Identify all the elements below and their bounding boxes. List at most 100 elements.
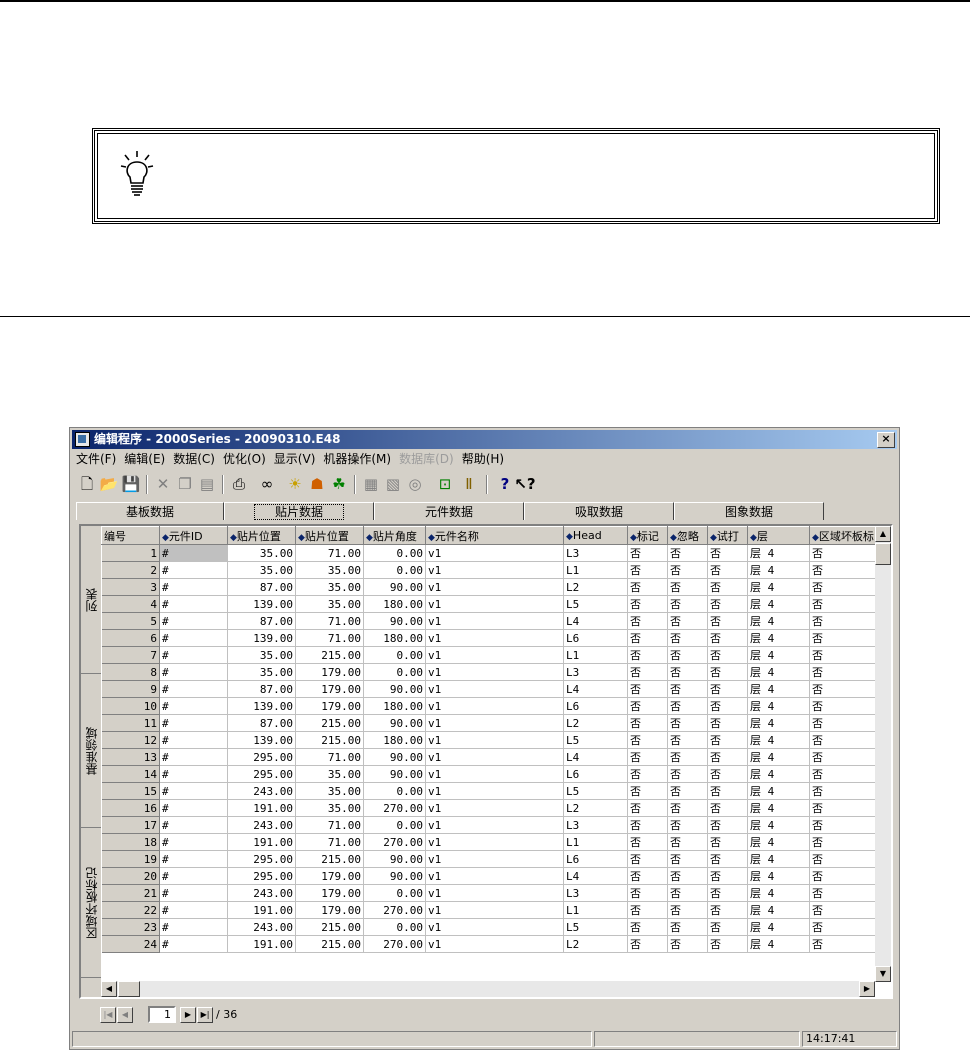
table-row[interactable]: 15 #243.00 35.00 0.00 v1 L5 否否否层 4否 xyxy=(101,782,877,800)
table-cell[interactable]: 243.00 xyxy=(227,816,296,834)
tab-part-data[interactable]: 元件数据 xyxy=(374,502,524,520)
table-cell[interactable]: v1 xyxy=(425,697,564,715)
table-cell[interactable]: 层 4 xyxy=(747,935,810,953)
table-cell[interactable]: L2 xyxy=(563,935,628,953)
table-cell[interactable]: 否 xyxy=(667,714,708,732)
table-cell[interactable]: 否 xyxy=(627,901,668,919)
table-cell[interactable]: 否 xyxy=(809,561,877,579)
table-cell[interactable]: 层 4 xyxy=(747,884,810,902)
close-button[interactable]: × xyxy=(877,432,895,448)
table-cell[interactable]: 否 xyxy=(809,697,877,715)
nozzle-icon[interactable]: ☘ xyxy=(328,473,350,495)
table-cell[interactable]: 层 4 xyxy=(747,850,810,868)
table-cell[interactable]: L1 xyxy=(563,833,628,851)
column-header[interactable]: ◆元件ID xyxy=(159,526,228,545)
table-cell[interactable]: 否 xyxy=(809,935,877,953)
table-cell[interactable]: # xyxy=(159,918,228,936)
table-cell[interactable]: # xyxy=(159,544,228,562)
table-cell[interactable]: 层 4 xyxy=(747,782,810,800)
table-cell[interactable]: L2 xyxy=(563,714,628,732)
table-cell[interactable]: 否 xyxy=(627,646,668,664)
table-cell[interactable]: 270.00 xyxy=(363,799,426,817)
table-cell[interactable]: v1 xyxy=(425,680,564,698)
table-cell[interactable]: 层 4 xyxy=(747,697,810,715)
table-cell[interactable]: 71.00 xyxy=(295,833,364,851)
tab-placement-data[interactable]: 贴片数据 xyxy=(224,502,374,520)
table-row[interactable]: 6 #139.00 71.00 180.00 v1 L6 否否否层 4否 xyxy=(101,629,877,647)
table-cell[interactable]: L1 xyxy=(563,561,628,579)
table-cell[interactable]: 243.00 xyxy=(227,884,296,902)
table-cell[interactable]: v1 xyxy=(425,782,564,800)
scroll-right-icon[interactable]: ▶ xyxy=(859,981,875,997)
table-cell[interactable]: 否 xyxy=(707,748,748,766)
table-cell[interactable]: L2 xyxy=(563,578,628,596)
new-file-icon[interactable]: 🗋 xyxy=(76,473,98,495)
scroll-down-icon[interactable]: ▼ xyxy=(875,966,891,982)
table-cell[interactable]: 否 xyxy=(707,799,748,817)
table-cell[interactable]: 否 xyxy=(667,816,708,834)
table-cell[interactable]: 层 4 xyxy=(747,816,810,834)
table-cell[interactable]: 90.00 xyxy=(363,680,426,698)
table-cell[interactable]: 否 xyxy=(627,765,668,783)
table-cell[interactable]: 否 xyxy=(627,884,668,902)
table-cell[interactable]: 0.00 xyxy=(363,918,426,936)
table-cell[interactable]: 180.00 xyxy=(363,731,426,749)
table-cell[interactable]: 0.00 xyxy=(363,561,426,579)
table-cell[interactable]: 180.00 xyxy=(363,595,426,613)
table-cell[interactable]: 35.00 xyxy=(295,765,364,783)
table-cell[interactable]: 否 xyxy=(667,697,708,715)
table-row[interactable]: 21 #243.00 179.00 0.00 v1 L3 否否否层 4否 xyxy=(101,884,877,902)
table-cell[interactable]: 否 xyxy=(667,646,708,664)
table-cell[interactable]: 否 xyxy=(707,782,748,800)
table-cell[interactable]: 180.00 xyxy=(363,697,426,715)
table-cell[interactable]: 否 xyxy=(809,731,877,749)
table-cell[interactable]: # xyxy=(159,748,228,766)
table-cell[interactable]: 139.00 xyxy=(227,595,296,613)
table-cell[interactable]: v1 xyxy=(425,663,564,681)
table-row[interactable]: 24 #191.00 215.00 270.00 v1 L2 否否否层 4否 xyxy=(101,935,877,953)
table-cell[interactable]: 179.00 xyxy=(295,901,364,919)
table-cell[interactable]: v1 xyxy=(425,799,564,817)
table-cell[interactable]: 139.00 xyxy=(227,629,296,647)
table-cell[interactable]: 否 xyxy=(667,629,708,647)
menu-file[interactable]: 文件(F) xyxy=(72,450,120,468)
table-cell[interactable]: # xyxy=(159,850,228,868)
table-cell[interactable]: 139.00 xyxy=(227,697,296,715)
table-cell[interactable]: 否 xyxy=(707,850,748,868)
table-row[interactable]: 7 #35.00 215.00 0.00 v1 L1 否否否层 4否 xyxy=(101,646,877,664)
tab-board-data[interactable]: 基板数据 xyxy=(76,502,224,520)
table-cell[interactable]: 0.00 xyxy=(363,663,426,681)
table-cell[interactable]: 层 4 xyxy=(747,629,810,647)
table-cell[interactable]: 35.00 xyxy=(295,561,364,579)
table-cell[interactable]: 否 xyxy=(667,544,708,562)
table-row[interactable]: 20 #295.00 179.00 90.00 v1 L4 否否否层 4否 xyxy=(101,867,877,885)
table-cell[interactable]: 否 xyxy=(627,850,668,868)
table-cell[interactable]: v1 xyxy=(425,544,564,562)
table-cell[interactable]: 层 4 xyxy=(747,799,810,817)
table-cell[interactable]: 87.00 xyxy=(227,612,296,630)
column-header[interactable]: 编号 xyxy=(101,526,160,545)
table-cell[interactable]: 否 xyxy=(809,850,877,868)
table-cell[interactable]: v1 xyxy=(425,595,564,613)
table-cell[interactable]: 否 xyxy=(667,731,708,749)
table-cell[interactable]: 否 xyxy=(627,612,668,630)
table-cell[interactable]: 层 4 xyxy=(747,918,810,936)
horizontal-scrollbar[interactable]: ◀ ▶ xyxy=(101,981,875,997)
table-cell[interactable]: 否 xyxy=(627,782,668,800)
table-cell[interactable]: 否 xyxy=(809,646,877,664)
table-row[interactable]: 14 #295.00 35.00 90.00 v1 L6 否否否层 4否 xyxy=(101,765,877,783)
table-cell[interactable]: 71.00 xyxy=(295,629,364,647)
table-cell[interactable]: L5 xyxy=(563,595,628,613)
table-cell[interactable]: 否 xyxy=(809,578,877,596)
table-cell[interactable]: 35.00 xyxy=(295,595,364,613)
table-cell[interactable]: 71.00 xyxy=(295,544,364,562)
table-cell[interactable]: 否 xyxy=(707,646,748,664)
scroll-left-icon[interactable]: ◀ xyxy=(101,981,117,997)
table-cell[interactable]: 否 xyxy=(667,595,708,613)
table-cell[interactable]: 否 xyxy=(707,833,748,851)
table-cell[interactable]: # xyxy=(159,578,228,596)
table-cell[interactable]: 180.00 xyxy=(363,629,426,647)
menu-edit[interactable]: 编辑(E) xyxy=(120,450,169,468)
table-cell[interactable]: 否 xyxy=(627,833,668,851)
part-icon[interactable]: ◎ xyxy=(404,473,426,495)
